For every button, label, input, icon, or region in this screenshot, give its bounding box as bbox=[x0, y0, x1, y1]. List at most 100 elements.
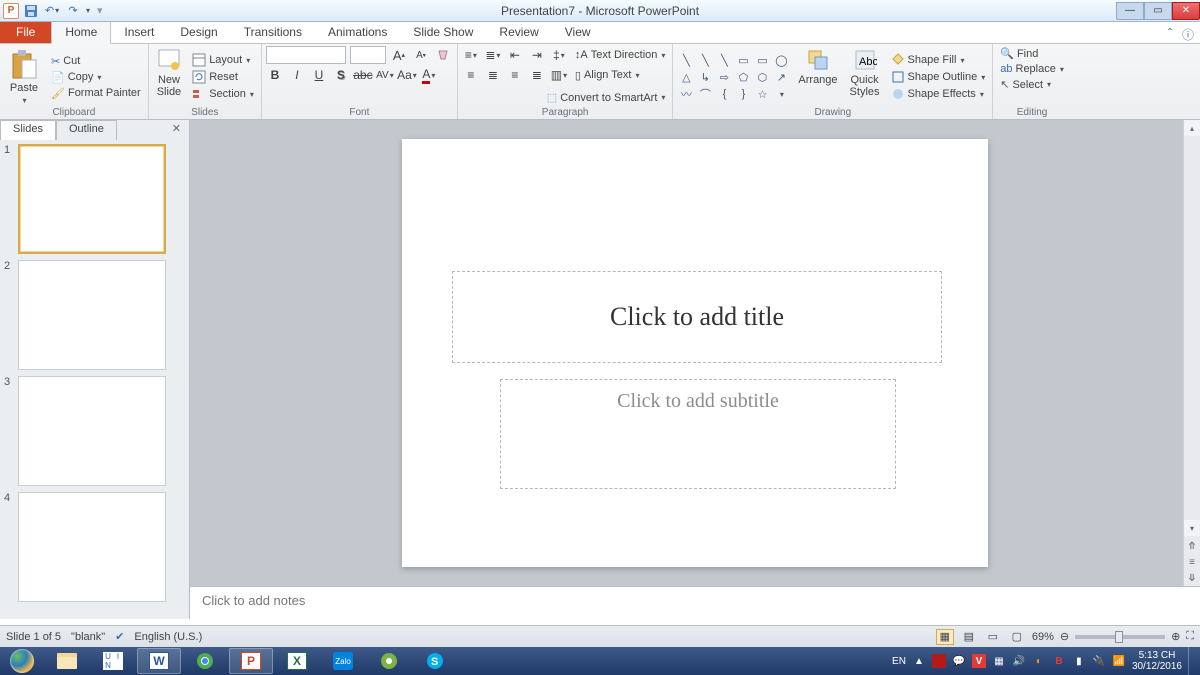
qat-overflow-icon[interactable]: ▾ bbox=[97, 4, 103, 17]
shape-fill-button[interactable]: Shape Fill▾ bbox=[888, 52, 989, 68]
tab-design[interactable]: Design bbox=[167, 22, 230, 43]
tb-excel-icon[interactable]: X bbox=[275, 648, 319, 674]
zoom-out-button[interactable]: ⊖ bbox=[1060, 630, 1069, 643]
text-direction-button[interactable]: ↕AText Direction▾ bbox=[572, 48, 669, 62]
strike-button[interactable]: abc bbox=[354, 66, 372, 84]
align-center-button[interactable]: ≣ bbox=[484, 66, 502, 84]
tray-av-icon[interactable]: ◐ bbox=[1032, 654, 1046, 668]
tray-chat-icon[interactable]: 💬 bbox=[952, 654, 966, 668]
reading-view-button[interactable]: ▭ bbox=[984, 629, 1002, 645]
italic-button[interactable]: I bbox=[288, 66, 306, 84]
tb-chrome-icon[interactable] bbox=[183, 648, 227, 674]
tb-unikey-icon[interactable]: UIN bbox=[91, 648, 135, 674]
tray-lang-indicator[interactable]: EN bbox=[892, 656, 906, 667]
align-justify-button[interactable]: ≣ bbox=[528, 66, 546, 84]
tab-file[interactable]: File bbox=[0, 22, 51, 43]
convert-smartart-button[interactable]: ⬚Convert to SmartArt▾ bbox=[544, 90, 669, 105]
tab-view[interactable]: View bbox=[552, 22, 604, 43]
tab-insert[interactable]: Insert bbox=[111, 22, 167, 43]
quick-styles-button[interactable]: Abc Quick Styles bbox=[846, 46, 884, 108]
title-placeholder[interactable]: Click to add title bbox=[452, 271, 942, 363]
tb-powerpoint-icon[interactable]: P bbox=[229, 648, 273, 674]
new-slide-button[interactable]: New Slide bbox=[153, 46, 185, 108]
tb-skype-icon[interactable]: S bbox=[413, 648, 457, 674]
shrink-font-button[interactable]: A▾ bbox=[412, 46, 430, 64]
thumbnail[interactable]: 4 bbox=[4, 492, 189, 602]
numbering-button[interactable]: ≣▾ bbox=[484, 46, 502, 64]
tab-review[interactable]: Review bbox=[486, 22, 551, 43]
bullets-button[interactable]: ≡▾ bbox=[462, 46, 480, 64]
columns-button[interactable]: ▥▾ bbox=[550, 66, 568, 84]
underline-button[interactable]: U bbox=[310, 66, 328, 84]
zoom-in-button[interactable]: ⊕ bbox=[1171, 630, 1180, 643]
tray-v-icon[interactable]: V bbox=[972, 654, 986, 668]
replace-button[interactable]: abReplace▾ bbox=[997, 62, 1067, 76]
tab-transitions[interactable]: Transitions bbox=[231, 22, 315, 43]
tray-adobe-icon[interactable] bbox=[932, 654, 946, 668]
tray-network-icon[interactable]: 📶 bbox=[1112, 654, 1126, 668]
undo-icon[interactable]: ↶▾ bbox=[43, 2, 61, 20]
thumbnail[interactable]: 1 bbox=[4, 144, 189, 254]
char-spacing-button[interactable]: AV▾ bbox=[376, 66, 394, 84]
redo-icon[interactable]: ↷ bbox=[64, 2, 82, 20]
tray-b-icon[interactable]: B bbox=[1052, 654, 1066, 668]
next-slide-button[interactable]: ⤋ bbox=[1184, 570, 1200, 586]
copy-button[interactable]: 📄Copy▾ bbox=[48, 70, 144, 85]
thumbnail[interactable]: 2 bbox=[4, 260, 189, 370]
app-icon[interactable]: P bbox=[3, 3, 19, 19]
zoom-slider[interactable] bbox=[1075, 635, 1165, 639]
change-case-button[interactable]: Aa▾ bbox=[398, 66, 416, 84]
show-desktop-button[interactable] bbox=[1188, 647, 1196, 675]
increase-indent-button[interactable]: ⇥ bbox=[528, 46, 546, 64]
arrange-button[interactable]: Arrange bbox=[794, 46, 841, 108]
align-right-button[interactable]: ≡ bbox=[506, 66, 524, 84]
canvas-scrollbar[interactable]: ▴ ▾ ⤊ ≡ ⤋ bbox=[1183, 120, 1200, 586]
tray-clock[interactable]: 5:13 CH 30/12/2016 bbox=[1132, 650, 1182, 672]
slide[interactable]: Click to add title Click to add subtitle bbox=[402, 139, 988, 567]
tb-word-icon[interactable]: W bbox=[137, 648, 181, 674]
tray-power-icon[interactable]: 🔌 bbox=[1092, 654, 1106, 668]
fit-to-window-button[interactable]: ⛶ bbox=[1186, 630, 1194, 643]
notes-pane[interactable]: Click to add notes bbox=[190, 586, 1200, 619]
tray-app-icon[interactable]: ▦ bbox=[992, 654, 1006, 668]
font-family-combo[interactable] bbox=[266, 46, 346, 64]
reset-button[interactable]: Reset bbox=[189, 69, 257, 85]
normal-view-button[interactable]: ▦ bbox=[936, 629, 954, 645]
save-icon[interactable] bbox=[22, 2, 40, 20]
tray-flag-icon[interactable]: ▲ bbox=[912, 654, 926, 668]
slideshow-view-button[interactable]: ▢ bbox=[1008, 629, 1026, 645]
line-spacing-button[interactable]: ‡▾ bbox=[550, 46, 568, 64]
sorter-view-button[interactable]: ▤ bbox=[960, 629, 978, 645]
tab-home[interactable]: Home bbox=[51, 21, 111, 44]
tray-volume-icon[interactable]: 🔊 bbox=[1012, 654, 1026, 668]
minimize-button[interactable]: — bbox=[1116, 2, 1144, 20]
find-button[interactable]: 🔍Find bbox=[997, 46, 1067, 61]
panel-tab-slides[interactable]: Slides bbox=[0, 120, 56, 140]
thumbnail[interactable]: 3 bbox=[4, 376, 189, 486]
shape-outline-button[interactable]: Shape Outline▾ bbox=[888, 69, 989, 85]
prev-slide-button[interactable]: ⤊ bbox=[1184, 538, 1200, 554]
tab-animations[interactable]: Animations bbox=[315, 22, 400, 43]
format-painter-button[interactable]: 🖌Format Painter bbox=[48, 86, 144, 101]
select-button[interactable]: ↖Select▾ bbox=[997, 77, 1067, 92]
panel-tab-outline[interactable]: Outline bbox=[56, 120, 117, 140]
language-label[interactable]: English (U.S.) bbox=[134, 631, 202, 643]
grow-font-button[interactable]: A▴ bbox=[390, 46, 408, 64]
help-icon[interactable]: ⓘ bbox=[1182, 26, 1194, 43]
tb-explorer-icon[interactable] bbox=[45, 648, 89, 674]
clear-format-button[interactable] bbox=[434, 46, 452, 64]
cut-button[interactable]: ✂Cut bbox=[48, 54, 144, 69]
font-size-combo[interactable] bbox=[350, 46, 386, 64]
start-button[interactable] bbox=[0, 647, 44, 675]
qat-dropdown-icon[interactable]: ▾ bbox=[86, 6, 90, 15]
align-left-button[interactable]: ≡ bbox=[462, 66, 480, 84]
tray-battery-icon[interactable]: ▮ bbox=[1072, 654, 1086, 668]
shadow-button[interactable]: S bbox=[332, 66, 350, 84]
tab-slide-show[interactable]: Slide Show bbox=[400, 22, 486, 43]
spellcheck-icon[interactable]: ✔ bbox=[115, 630, 124, 643]
shapes-gallery[interactable]: ╲╲╲▭▭◯ △↳⇨⬠⬡↗ 〰⌒{}☆▾ bbox=[677, 52, 790, 102]
bold-button[interactable]: B bbox=[266, 66, 284, 84]
tb-zalo-icon[interactable]: Zalo bbox=[321, 648, 365, 674]
align-text-button[interactable]: ▯Align Text▾ bbox=[572, 68, 643, 83]
decrease-indent-button[interactable]: ⇤ bbox=[506, 46, 524, 64]
